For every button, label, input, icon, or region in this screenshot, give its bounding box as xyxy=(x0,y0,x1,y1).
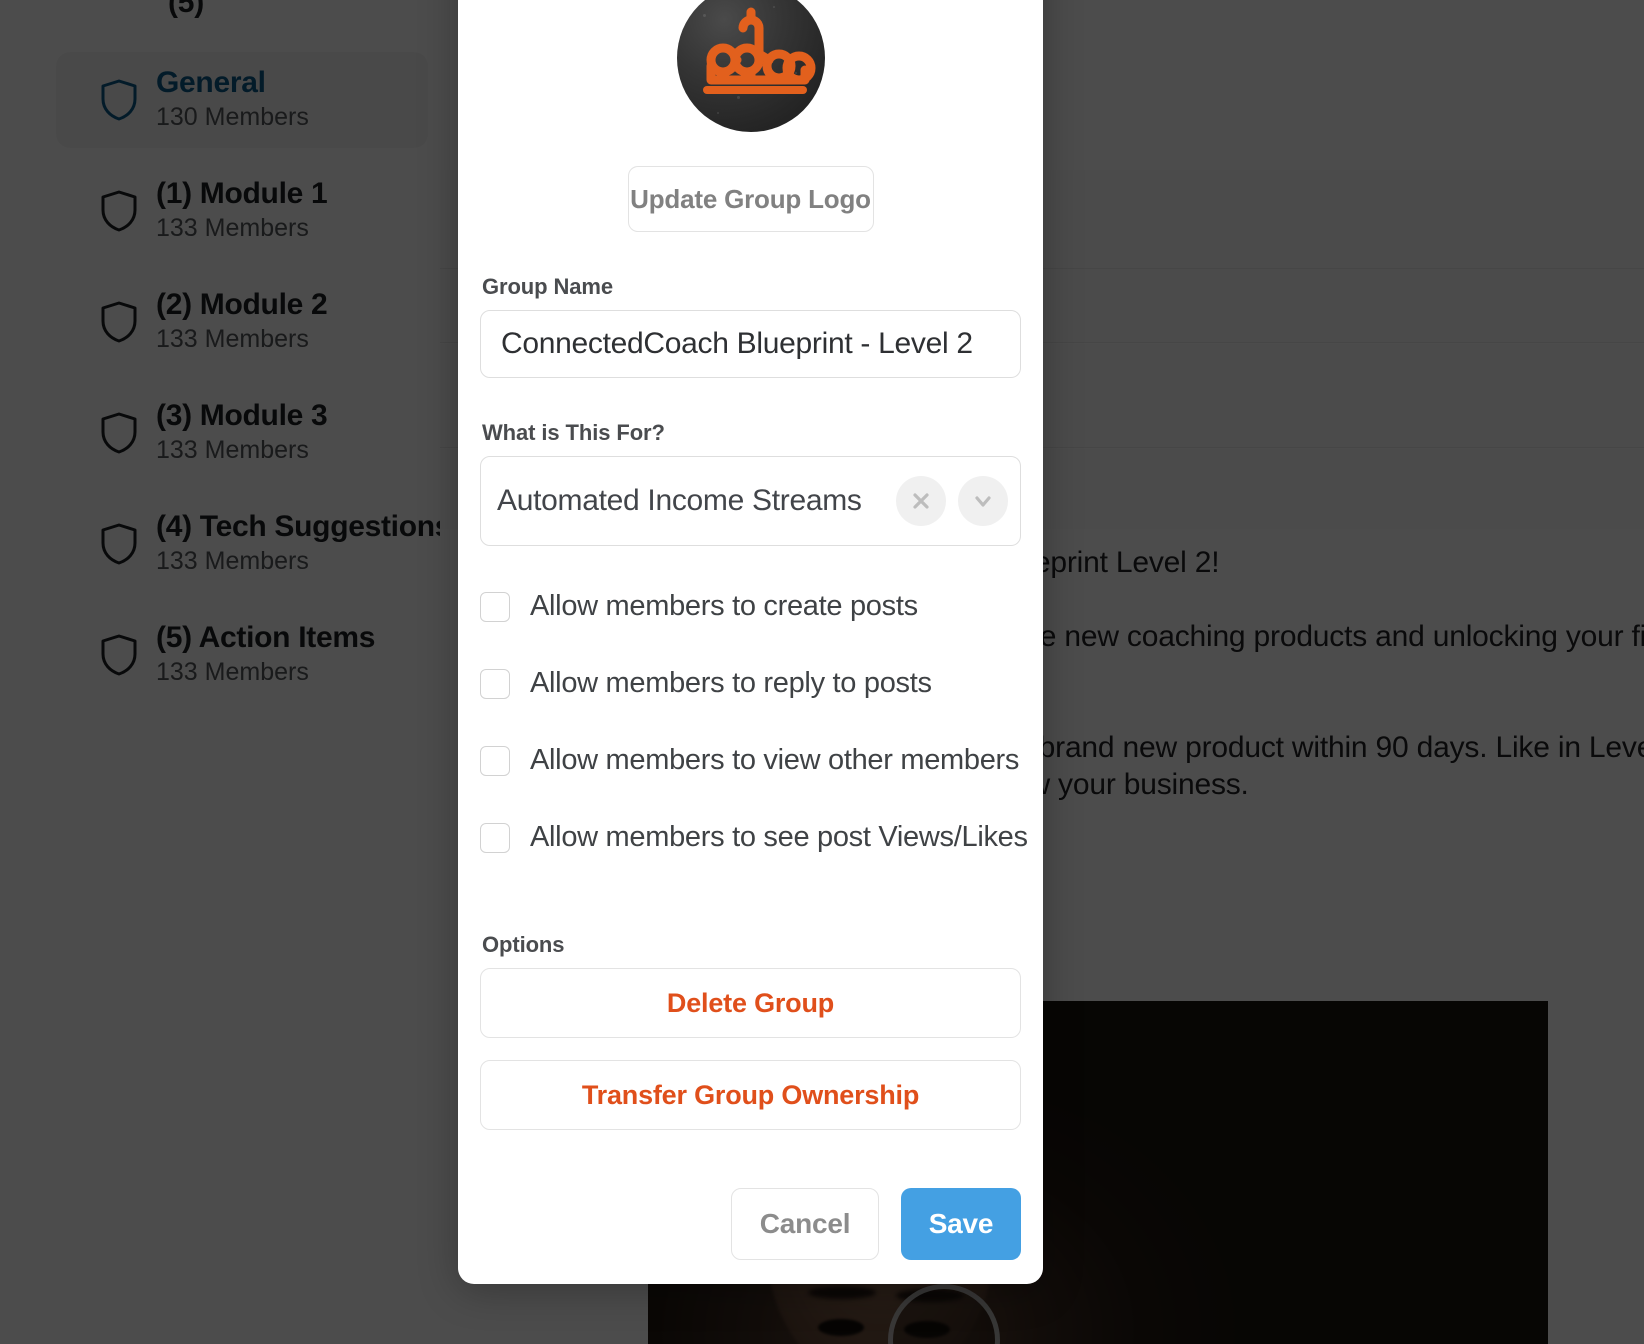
permission-label: Allow members to create posts xyxy=(530,590,918,622)
group-settings-modal: Update Group Logo Group Name What is Thi… xyxy=(458,0,1043,1284)
delete-group-button[interactable]: Delete Group xyxy=(480,968,1021,1038)
checkbox-unchecked-icon[interactable] xyxy=(480,668,510,699)
permission-reply-posts[interactable]: Allow members to reply to posts xyxy=(480,667,1021,700)
group-name-input[interactable] xyxy=(480,310,1021,378)
permission-label: Allow members to reply to posts xyxy=(530,667,932,699)
chevron-down-icon[interactable] xyxy=(958,476,1008,526)
group-name-field-group: Group Name xyxy=(480,274,1021,378)
permission-label: Allow members to see post Views/Likes xyxy=(530,821,1028,853)
modal-footer: Cancel Save xyxy=(458,1130,1043,1260)
purpose-field-group: What is This For? Automated Income Strea… xyxy=(480,420,1021,546)
permission-label: Allow members to view other members xyxy=(530,744,1020,776)
group-logo xyxy=(676,0,825,132)
purpose-label: What is This For? xyxy=(482,420,665,445)
checkbox-unchecked-icon[interactable] xyxy=(480,591,510,622)
update-group-logo-button[interactable]: Update Group Logo xyxy=(627,166,874,232)
close-icon[interactable] xyxy=(896,476,946,526)
save-button[interactable]: Save xyxy=(901,1188,1021,1260)
group-name-label: Group Name xyxy=(482,274,614,299)
permission-create-posts[interactable]: Allow members to create posts xyxy=(480,590,1021,623)
permission-view-members[interactable]: Allow members to view other members xyxy=(480,744,1021,777)
group-logo-wrap xyxy=(480,0,1021,132)
checkbox-unchecked-icon[interactable] xyxy=(480,745,510,776)
options-label: Options xyxy=(482,932,565,957)
cancel-button[interactable]: Cancel xyxy=(731,1188,879,1260)
permission-view-likes[interactable]: Allow members to see post Views/Likes xyxy=(480,821,1028,854)
purpose-select[interactable]: Automated Income Streams xyxy=(480,456,1021,546)
crown-network-glyph xyxy=(702,7,815,94)
purpose-selected-value: Automated Income Streams xyxy=(497,484,862,517)
checkbox-unchecked-icon[interactable] xyxy=(480,822,510,853)
transfer-group-ownership-button[interactable]: Transfer Group Ownership xyxy=(480,1060,1021,1130)
